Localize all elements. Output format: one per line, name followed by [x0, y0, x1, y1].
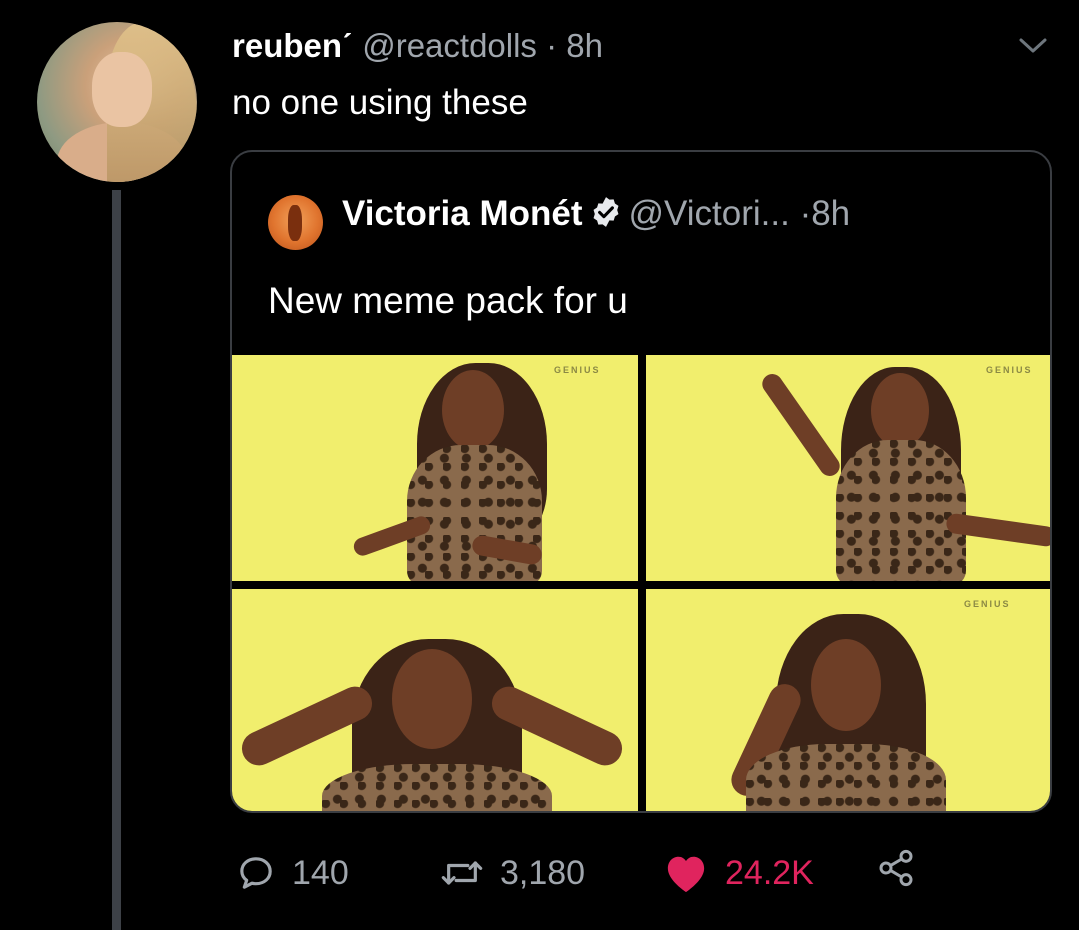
quoted-tweet-text: New meme pack for u [268, 280, 628, 321]
media-watermark: GENIUS [986, 365, 1033, 375]
like-count: 24.2K [725, 854, 814, 892]
face-shape [871, 373, 929, 448]
quoted-tweet-time[interactable]: 8h [811, 194, 850, 233]
media-image-2[interactable]: GENIUS [646, 355, 1050, 581]
arm-shape [758, 370, 844, 480]
user-avatar[interactable] [37, 22, 197, 182]
chevron-down-icon[interactable] [1018, 36, 1048, 56]
quoted-tweet-card[interactable]: Victoria Monét @Victori... ·8h New meme … [230, 150, 1052, 813]
thread-connector-line [112, 190, 121, 930]
verified-badge-icon [593, 197, 618, 227]
top-shape [836, 440, 966, 581]
reply-button[interactable]: 140 [236, 848, 349, 898]
top-shape [746, 744, 946, 811]
tweet-text: no one using these [232, 83, 528, 122]
face-shape [392, 649, 472, 749]
retweet-icon [441, 861, 483, 885]
display-name-mark: ˊ [342, 27, 354, 64]
media-image-4[interactable]: GENIUS [646, 589, 1050, 811]
reply-count: 140 [292, 854, 349, 892]
quoted-user-handle[interactable]: @Victori... [629, 194, 790, 233]
tweet-action-bar: 140 3,180 24.2K [0, 848, 1079, 898]
media-watermark: GENIUS [964, 599, 1011, 609]
reply-icon [240, 857, 272, 889]
media-image-3[interactable] [232, 589, 638, 811]
user-handle[interactable]: @reactdolls [362, 27, 537, 64]
media-grid: GENIUS GENIUS GENIUS [232, 355, 1050, 811]
quoted-tweet-header: Victoria Monét @Victori... ·8h [342, 192, 850, 236]
retweet-count: 3,180 [500, 854, 586, 892]
avatar-face [92, 52, 152, 127]
share-button[interactable] [876, 848, 916, 888]
quoted-display-name[interactable]: Victoria Monét [342, 194, 583, 233]
tweet-header: reubenˊ @reactdolls · 8h [232, 26, 603, 66]
heart-icon [667, 856, 705, 893]
display-name[interactable]: reuben [232, 27, 342, 64]
retweet-button[interactable]: 3,180 [440, 848, 585, 898]
media-watermark: GENIUS [554, 365, 601, 375]
share-icon [879, 849, 913, 887]
top-shape [322, 764, 552, 811]
face-shape [811, 639, 881, 731]
quoted-time-separator: · [799, 194, 812, 233]
media-image-1[interactable]: GENIUS [232, 355, 638, 581]
quoted-user-avatar[interactable] [268, 195, 323, 250]
like-button[interactable]: 24.2K [663, 848, 814, 898]
face-shape [442, 370, 504, 450]
tweet-time[interactable]: 8h [566, 27, 603, 64]
time-separator: · [546, 27, 558, 64]
